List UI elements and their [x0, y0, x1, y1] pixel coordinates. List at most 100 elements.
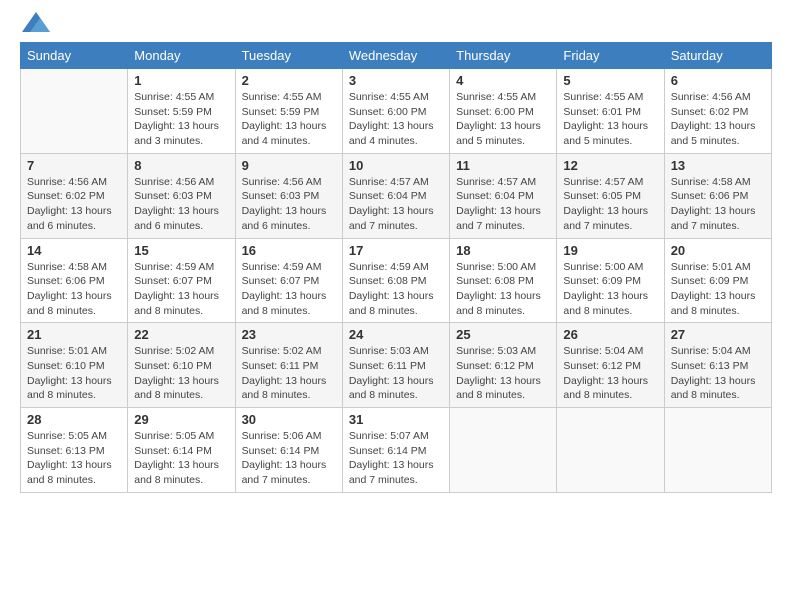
calendar-cell: 24 Sunrise: 5:03 AM Sunset: 6:11 PM Dayli… [342, 323, 449, 408]
day-info: Sunrise: 4:55 AM Sunset: 5:59 PM Dayligh… [134, 90, 228, 149]
calendar-cell: 22 Sunrise: 5:02 AM Sunset: 6:10 PM Dayli… [128, 323, 235, 408]
day-info: Sunrise: 4:56 AM Sunset: 6:02 PM Dayligh… [671, 90, 765, 149]
day-number: 10 [349, 158, 443, 173]
day-number: 29 [134, 412, 228, 427]
day-info: Sunrise: 5:01 AM Sunset: 6:09 PM Dayligh… [671, 260, 765, 319]
day-info: Sunrise: 4:57 AM Sunset: 6:04 PM Dayligh… [456, 175, 550, 234]
weekday-header: Thursday [450, 43, 557, 69]
day-info: Sunrise: 5:02 AM Sunset: 6:11 PM Dayligh… [242, 344, 336, 403]
day-number: 12 [563, 158, 657, 173]
calendar: SundayMondayTuesdayWednesdayThursdayFrid… [20, 42, 772, 493]
day-number: 26 [563, 327, 657, 342]
calendar-cell: 29 Sunrise: 5:05 AM Sunset: 6:14 PM Dayli… [128, 408, 235, 493]
weekday-header: Monday [128, 43, 235, 69]
day-info: Sunrise: 5:05 AM Sunset: 6:13 PM Dayligh… [27, 429, 121, 488]
day-number: 28 [27, 412, 121, 427]
day-number: 16 [242, 243, 336, 258]
calendar-cell: 30Sunrise: 5:06 AM Sunset: 6:14 PM Dayli… [235, 408, 342, 493]
logo [20, 20, 50, 32]
weekday-header: Friday [557, 43, 664, 69]
calendar-cell: 1 Sunrise: 4:55 AM Sunset: 5:59 PM Daylig… [128, 69, 235, 154]
calendar-cell: 13 Sunrise: 4:58 AM Sunset: 6:06 PM Dayli… [664, 153, 771, 238]
day-number: 14 [27, 243, 121, 258]
calendar-cell [557, 408, 664, 493]
day-info: Sunrise: 5:06 AM Sunset: 6:14 PM Dayligh… [242, 429, 336, 488]
calendar-cell [450, 408, 557, 493]
day-number: 4 [456, 73, 550, 88]
weekday-header: Wednesday [342, 43, 449, 69]
day-info: Sunrise: 5:05 AM Sunset: 6:14 PM Dayligh… [134, 429, 228, 488]
logo-icon [22, 12, 50, 32]
calendar-cell: 18 Sunrise: 5:00 AM Sunset: 6:08 PM Dayli… [450, 238, 557, 323]
calendar-cell [664, 408, 771, 493]
day-info: Sunrise: 4:55 AM Sunset: 6:01 PM Dayligh… [563, 90, 657, 149]
weekday-header: Saturday [664, 43, 771, 69]
day-info: Sunrise: 5:03 AM Sunset: 6:11 PM Dayligh… [349, 344, 443, 403]
calendar-cell: 21 Sunrise: 5:01 AM Sunset: 6:10 PM Dayli… [21, 323, 128, 408]
calendar-cell: 27Sunrise: 5:04 AM Sunset: 6:13 PM Dayli… [664, 323, 771, 408]
day-info: Sunrise: 4:57 AM Sunset: 6:04 PM Dayligh… [349, 175, 443, 234]
calendar-cell: 20 Sunrise: 5:01 AM Sunset: 6:09 PM Dayli… [664, 238, 771, 323]
day-number: 18 [456, 243, 550, 258]
calendar-cell: 16Sunrise: 4:59 AM Sunset: 6:07 PM Dayli… [235, 238, 342, 323]
calendar-cell: 17 Sunrise: 4:59 AM Sunset: 6:08 PM Dayli… [342, 238, 449, 323]
day-info: Sunrise: 5:02 AM Sunset: 6:10 PM Dayligh… [134, 344, 228, 403]
day-info: Sunrise: 4:55 AM Sunset: 6:00 PM Dayligh… [349, 90, 443, 149]
day-number: 8 [134, 158, 228, 173]
day-info: Sunrise: 4:59 AM Sunset: 6:07 PM Dayligh… [134, 260, 228, 319]
calendar-row: 28 Sunrise: 5:05 AM Sunset: 6:13 PM Dayli… [21, 408, 772, 493]
day-number: 2 [242, 73, 336, 88]
day-info: Sunrise: 5:07 AM Sunset: 6:14 PM Dayligh… [349, 429, 443, 488]
calendar-cell: 31 Sunrise: 5:07 AM Sunset: 6:14 PM Dayli… [342, 408, 449, 493]
day-number: 25 [456, 327, 550, 342]
day-number: 7 [27, 158, 121, 173]
day-number: 21 [27, 327, 121, 342]
day-number: 31 [349, 412, 443, 427]
calendar-row: 1 Sunrise: 4:55 AM Sunset: 5:59 PM Daylig… [21, 69, 772, 154]
day-number: 23 [242, 327, 336, 342]
calendar-cell: 9Sunrise: 4:56 AM Sunset: 6:03 PM Daylig… [235, 153, 342, 238]
day-info: Sunrise: 4:56 AM Sunset: 6:02 PM Dayligh… [27, 175, 121, 234]
day-number: 17 [349, 243, 443, 258]
day-number: 11 [456, 158, 550, 173]
day-info: Sunrise: 4:59 AM Sunset: 6:08 PM Dayligh… [349, 260, 443, 319]
calendar-cell: 23 Sunrise: 5:02 AM Sunset: 6:11 PM Dayli… [235, 323, 342, 408]
day-info: Sunrise: 5:04 AM Sunset: 6:12 PM Dayligh… [563, 344, 657, 403]
calendar-row: 14 Sunrise: 4:58 AM Sunset: 6:06 PM Dayli… [21, 238, 772, 323]
day-number: 13 [671, 158, 765, 173]
calendar-header-row: SundayMondayTuesdayWednesdayThursdayFrid… [21, 43, 772, 69]
day-number: 19 [563, 243, 657, 258]
calendar-cell: 25 Sunrise: 5:03 AM Sunset: 6:12 PM Dayli… [450, 323, 557, 408]
day-info: Sunrise: 5:04 AM Sunset: 6:13 PM Dayligh… [671, 344, 765, 403]
day-number: 20 [671, 243, 765, 258]
day-info: Sunrise: 5:01 AM Sunset: 6:10 PM Dayligh… [27, 344, 121, 403]
day-info: Sunrise: 4:55 AM Sunset: 6:00 PM Dayligh… [456, 90, 550, 149]
calendar-cell: 4 Sunrise: 4:55 AM Sunset: 6:00 PM Daylig… [450, 69, 557, 154]
day-info: Sunrise: 4:58 AM Sunset: 6:06 PM Dayligh… [671, 175, 765, 234]
calendar-cell [21, 69, 128, 154]
day-info: Sunrise: 5:00 AM Sunset: 6:08 PM Dayligh… [456, 260, 550, 319]
day-number: 5 [563, 73, 657, 88]
calendar-cell: 6Sunrise: 4:56 AM Sunset: 6:02 PM Daylig… [664, 69, 771, 154]
day-number: 15 [134, 243, 228, 258]
day-info: Sunrise: 4:56 AM Sunset: 6:03 PM Dayligh… [134, 175, 228, 234]
calendar-cell: 11 Sunrise: 4:57 AM Sunset: 6:04 PM Dayli… [450, 153, 557, 238]
calendar-cell: 28 Sunrise: 5:05 AM Sunset: 6:13 PM Dayli… [21, 408, 128, 493]
day-info: Sunrise: 5:03 AM Sunset: 6:12 PM Dayligh… [456, 344, 550, 403]
calendar-cell: 19Sunrise: 5:00 AM Sunset: 6:09 PM Dayli… [557, 238, 664, 323]
calendar-cell: 15 Sunrise: 4:59 AM Sunset: 6:07 PM Dayli… [128, 238, 235, 323]
page-header [20, 20, 772, 32]
calendar-cell: 5 Sunrise: 4:55 AM Sunset: 6:01 PM Daylig… [557, 69, 664, 154]
day-info: Sunrise: 4:57 AM Sunset: 6:05 PM Dayligh… [563, 175, 657, 234]
day-number: 24 [349, 327, 443, 342]
weekday-header: Sunday [21, 43, 128, 69]
day-number: 22 [134, 327, 228, 342]
day-number: 1 [134, 73, 228, 88]
weekday-header: Tuesday [235, 43, 342, 69]
calendar-cell: 3 Sunrise: 4:55 AM Sunset: 6:00 PM Daylig… [342, 69, 449, 154]
day-info: Sunrise: 4:56 AM Sunset: 6:03 PM Dayligh… [242, 175, 336, 234]
calendar-row: 21 Sunrise: 5:01 AM Sunset: 6:10 PM Dayli… [21, 323, 772, 408]
day-info: Sunrise: 4:58 AM Sunset: 6:06 PM Dayligh… [27, 260, 121, 319]
day-number: 3 [349, 73, 443, 88]
calendar-cell: 8 Sunrise: 4:56 AM Sunset: 6:03 PM Daylig… [128, 153, 235, 238]
